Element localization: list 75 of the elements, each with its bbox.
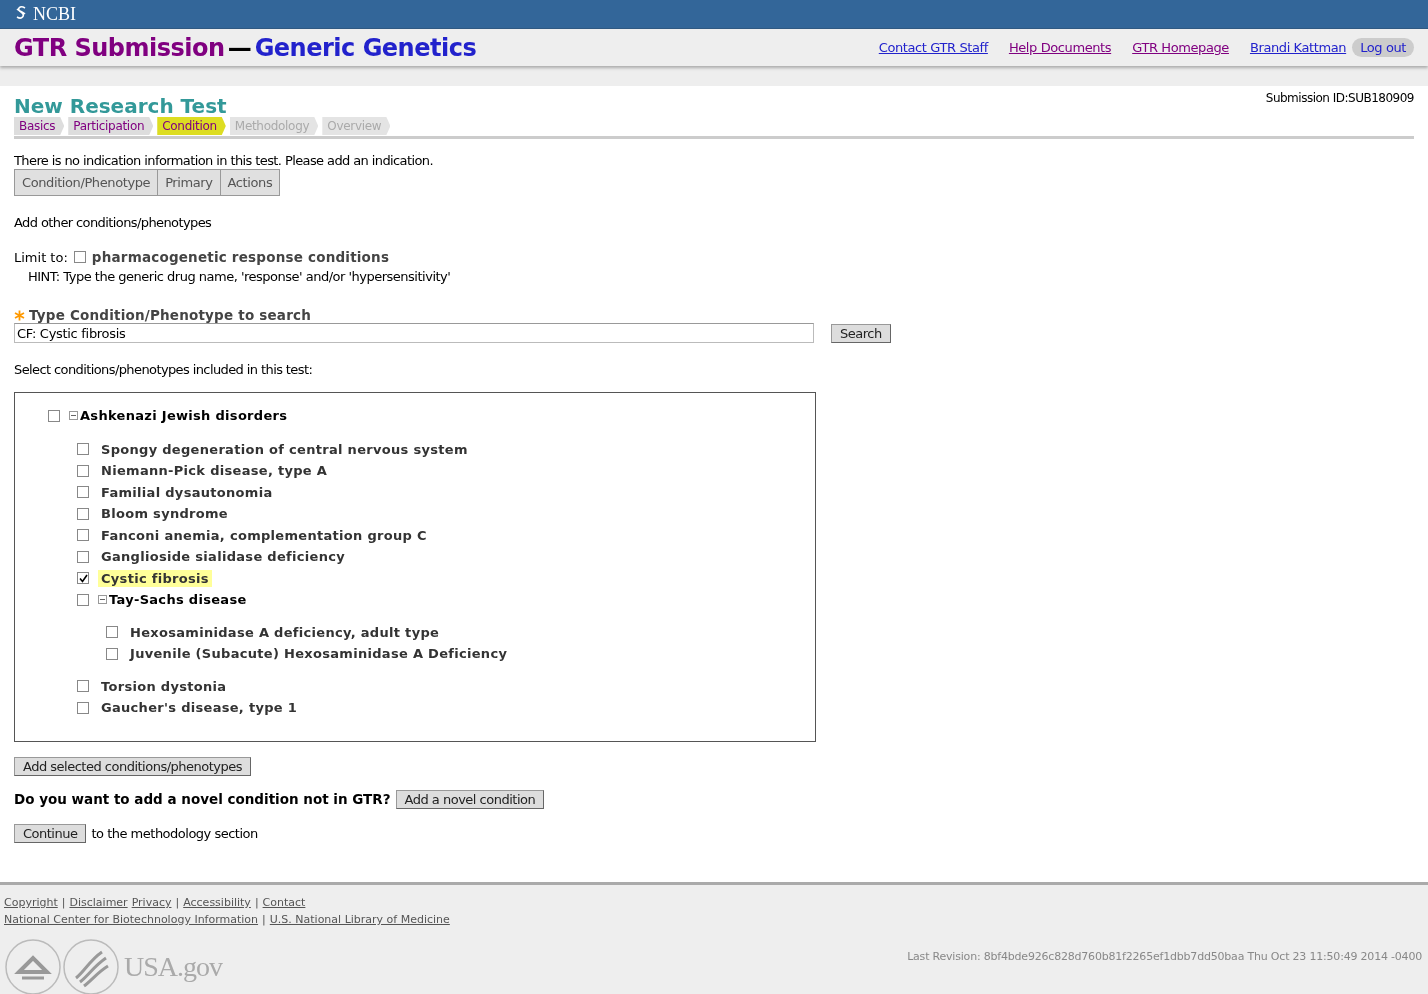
tree-item[interactable]: Bloom syndrome	[98, 505, 231, 523]
separator: |	[254, 895, 259, 911]
step-tab[interactable]: Condition	[157, 117, 226, 135]
search-field[interactable]: CF: Cystic fibrosis	[14, 323, 814, 343]
seal-icon	[4, 938, 62, 994]
checkbox[interactable]	[77, 550, 89, 563]
step-tab[interactable]: Basics	[14, 117, 65, 135]
tree-item[interactable]: Hexosaminidase A deficiency, adult type	[127, 623, 443, 641]
app-title: GTR Submission	[14, 33, 225, 62]
header-link[interactable]: Brandi Kattman	[1249, 40, 1347, 55]
footer-link[interactable]: Disclaimer	[69, 894, 128, 911]
checkbox-label: pharmacogenetic response conditions	[91, 249, 390, 265]
ncbi-logo[interactable]: NCBI	[33, 3, 76, 25]
checkbox[interactable]	[106, 647, 118, 660]
footer-link[interactable]: U.S. National Library of Medicine	[269, 911, 450, 928]
submission-id: Submission ID:SUB180909	[1265, 91, 1414, 105]
checkbox[interactable]	[77, 443, 89, 456]
question-text: Do you want to add a novel condition not in GTR?	[14, 791, 391, 807]
section-label: Add other conditions/phenotypes	[14, 215, 213, 230]
checkbox[interactable]	[48, 409, 60, 422]
checkbox[interactable]	[77, 572, 89, 585]
tree-item[interactable]: Spongy degeneration of central nervous system	[98, 440, 471, 458]
checkbox[interactable]	[73, 251, 86, 263]
checkbox[interactable]	[77, 593, 89, 606]
tree-item[interactable]: Ganglioside sialidase deficiency	[98, 548, 348, 566]
tree-item[interactable]: Ashkenazi Jewish disorders	[80, 407, 291, 425]
header-link[interactable]: Contact GTR Staff	[878, 40, 988, 55]
add-selected-button[interactable]: Add selected conditions/phenotypes	[14, 756, 252, 776]
column-header: Condition/Phenotype	[14, 169, 159, 196]
column-header: Primary	[157, 169, 221, 196]
tree-item[interactable]: Juvenile (Subacute) Hexosaminidase A Deficiency	[127, 645, 511, 663]
checkbox[interactable]	[77, 529, 89, 542]
footer-link[interactable]: Accessibility	[183, 894, 251, 911]
tree-item[interactable]: Niemann-Pick disease, type A	[98, 462, 331, 480]
checkbox[interactable]	[106, 626, 118, 639]
notice-text: There is no indication information in this test. Please add an indication.	[14, 153, 435, 168]
tree-item[interactable]: Cystic fibrosis	[98, 569, 212, 587]
header-link[interactable]: GTR Homepage	[1132, 40, 1229, 55]
limit-label: Limit to:	[14, 249, 68, 265]
collapse-icon[interactable]	[69, 411, 78, 421]
checkbox[interactable]	[77, 680, 89, 693]
continue-button[interactable]: Continue	[14, 823, 87, 843]
step-tab[interactable]: Participation	[68, 117, 154, 135]
footer-link[interactable]: National Center for Biotechnology Information	[4, 911, 259, 928]
title-dash: —	[227, 33, 252, 62]
separator: |	[262, 912, 266, 928]
footer-link[interactable]: Contact	[262, 894, 306, 911]
page-title: New Research Test	[14, 94, 227, 118]
revision-text: Last Revision: 8bf4bde926c828d760b81f2265ef1dbb7dd50baa Thu Oct 23 11:50:49 2014 -0400	[907, 950, 1422, 963]
step-tab: Overview	[322, 117, 391, 135]
step-tab: Methodology	[229, 117, 319, 135]
logout-button[interactable]: Log out	[1352, 38, 1414, 57]
field-label: Type Condition/Phenotype to search	[29, 307, 312, 323]
section-label: Select conditions/phenotypes included in this test:	[14, 362, 314, 377]
separator: |	[175, 895, 180, 911]
tree-item[interactable]: Familial dysautonomia	[98, 483, 276, 501]
tree-item[interactable]: Gaucher's disease, type 1	[98, 699, 301, 717]
checkbox[interactable]	[77, 701, 89, 714]
hint-text: HINT: Type the generic drug name, 'response' and/or 'hypersensitivity'	[28, 269, 452, 284]
add-novel-button[interactable]: Add a novel condition	[395, 789, 545, 809]
footer-link[interactable]: Copyright	[4, 894, 58, 911]
column-header: Actions	[219, 169, 281, 196]
organization-name: Generic Genetics	[254, 33, 477, 62]
tree-item[interactable]: Tay-Sachs disease	[109, 591, 250, 609]
separator: |	[61, 895, 66, 911]
header-link[interactable]: Help Documents	[1008, 40, 1112, 55]
tree-item[interactable]: Torsion dystonia	[98, 677, 230, 695]
checkbox[interactable]	[77, 464, 89, 477]
collapse-icon[interactable]	[98, 595, 107, 605]
continue-text: to the methodology section	[91, 825, 258, 841]
checkbox[interactable]	[77, 486, 89, 499]
search-button[interactable]: Search	[831, 323, 891, 343]
tree-item[interactable]: Fanconi anemia, complementation group C	[98, 526, 430, 544]
checkbox[interactable]	[77, 507, 89, 520]
footer-link[interactable]: Privacy	[131, 894, 172, 911]
